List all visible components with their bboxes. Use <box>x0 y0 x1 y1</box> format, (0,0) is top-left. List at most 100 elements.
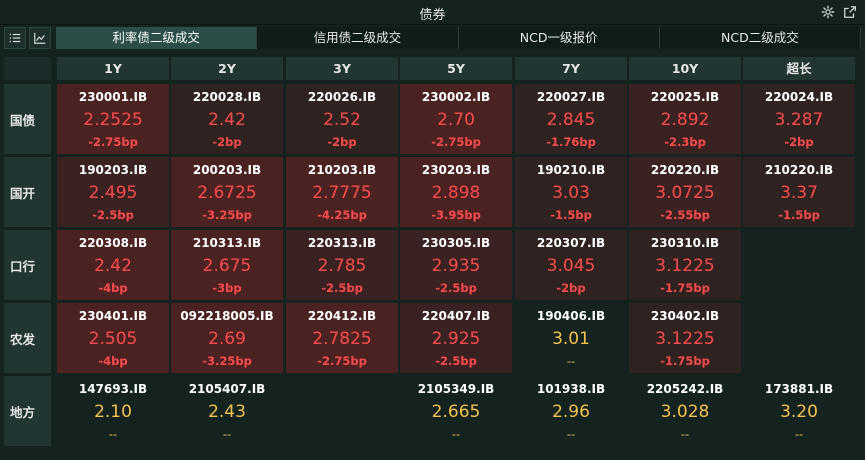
column-header-1[interactable]: 2Y <box>171 57 283 80</box>
bond-cell[interactable]: 2105407.IB 2.43 -- <box>171 376 283 446</box>
bond-code: 220028.IB <box>192 90 262 104</box>
bond-yield: 2.52 <box>323 110 361 130</box>
bond-code: 2105349.IB <box>417 382 495 396</box>
list-icon <box>8 31 22 45</box>
bond-cell[interactable]: 2205242.IB 3.028 -- <box>629 376 741 446</box>
bond-yield: 2.935 <box>431 256 481 276</box>
list-view-button[interactable] <box>4 27 26 49</box>
bond-code: 173881.IB <box>764 382 834 396</box>
gear-icon[interactable] <box>821 5 835 19</box>
bond-cell[interactable]: 173881.IB 3.20 -- <box>743 376 855 446</box>
bond-cell[interactable]: 220412.IB 2.7825 -2.75bp <box>286 303 398 373</box>
bond-cell[interactable]: 092218005.IB 2.69 -3.25bp <box>171 303 283 373</box>
bond-yield: 2.785 <box>317 256 367 276</box>
column-header-0[interactable]: 1Y <box>57 57 169 80</box>
row-header-4: 地方 <box>4 376 51 446</box>
bond-cell[interactable]: 230001.IB 2.2525 -2.75bp <box>57 84 169 154</box>
bond-yield: 3.1225 <box>655 329 715 349</box>
bond-code: 220027.IB <box>536 90 606 104</box>
column-header-3[interactable]: 5Y <box>400 57 512 80</box>
bond-cell[interactable]: 190210.IB 3.03 -1.5bp <box>515 157 627 227</box>
bond-change: -1.5bp <box>550 208 592 222</box>
tab-0[interactable]: 利率债二级成交 <box>56 27 258 49</box>
bond-cell[interactable]: 230310.IB 3.1225 -1.75bp <box>629 230 741 300</box>
bond-change: -2bp <box>556 281 586 295</box>
bond-change: -2.75bp <box>317 354 367 368</box>
bond-yield: 2.96 <box>552 402 590 422</box>
bond-change: -- <box>222 427 232 441</box>
bond-cell[interactable]: 101938.IB 2.96 -- <box>515 376 627 446</box>
bond-cell[interactable]: 230402.IB 3.1225 -1.75bp <box>629 303 741 373</box>
bond-cell[interactable]: 230401.IB 2.505 -4bp <box>57 303 169 373</box>
bond-yield: 2.925 <box>431 329 481 349</box>
bond-code: 220024.IB <box>764 90 834 104</box>
bond-cell[interactable]: 220026.IB 2.52 -2bp <box>286 84 398 154</box>
bond-change: -2.3bp <box>664 135 706 149</box>
bond-code: 190406.IB <box>536 309 606 323</box>
bond-code: 220025.IB <box>650 90 720 104</box>
row-header-3: 农发 <box>4 303 51 373</box>
bond-yield: 2.6725 <box>197 183 257 203</box>
bond-change: -2.5bp <box>435 354 477 368</box>
bond-cell[interactable]: 210220.IB 3.37 -1.5bp <box>743 157 855 227</box>
bond-change: -- <box>680 427 690 441</box>
bond-code: 200203.IB <box>192 163 262 177</box>
bond-code: 210220.IB <box>764 163 834 177</box>
bond-code: 230203.IB <box>421 163 491 177</box>
tab-3[interactable]: NCD二级成交 <box>659 27 861 49</box>
bond-code: 230402.IB <box>650 309 720 323</box>
bond-yield: 3.20 <box>780 402 818 422</box>
bond-cell[interactable]: 220025.IB 2.892 -2.3bp <box>629 84 741 154</box>
bond-cell[interactable]: 220407.IB 2.925 -2.5bp <box>400 303 512 373</box>
bond-change: -4bp <box>98 354 128 368</box>
column-header-4[interactable]: 7Y <box>515 57 627 80</box>
bond-change: -3.25bp <box>202 354 252 368</box>
bond-yield: 3.287 <box>774 110 824 130</box>
bond-code: 230310.IB <box>650 236 720 250</box>
bond-cell[interactable]: 230203.IB 2.898 -3.95bp <box>400 157 512 227</box>
row-header-2: 口行 <box>4 230 51 300</box>
bond-code: 2205242.IB <box>646 382 724 396</box>
bond-cell[interactable]: 220308.IB 2.42 -4bp <box>57 230 169 300</box>
bond-code: 220026.IB <box>307 90 377 104</box>
bond-cell[interactable]: 210313.IB 2.675 -3bp <box>171 230 283 300</box>
bond-yield: 3.03 <box>552 183 590 203</box>
bond-yield: 3.045 <box>546 256 596 276</box>
bond-change: -1.75bp <box>660 281 710 295</box>
bond-cell[interactable]: 220313.IB 2.785 -2.5bp <box>286 230 398 300</box>
bond-cell[interactable]: 147693.IB 2.10 -- <box>57 376 169 446</box>
bond-yield: 2.42 <box>94 256 132 276</box>
title-bar: 债券 <box>0 0 865 25</box>
bond-cell[interactable]: 220220.IB 3.0725 -2.55bp <box>629 157 741 227</box>
bond-yield: 2.505 <box>88 329 138 349</box>
bond-change: -- <box>566 354 576 368</box>
bond-yield: 3.1225 <box>655 256 715 276</box>
bond-cell[interactable]: 190406.IB 3.01 -- <box>515 303 627 373</box>
bond-yield: 2.665 <box>431 402 481 422</box>
bond-cell[interactable]: 220028.IB 2.42 -2bp <box>171 84 283 154</box>
bond-code: 230002.IB <box>421 90 491 104</box>
bond-cell[interactable]: 190203.IB 2.495 -2.5bp <box>57 157 169 227</box>
bond-code: 092218005.IB <box>180 309 274 323</box>
column-header-2[interactable]: 3Y <box>286 57 398 80</box>
column-header-6[interactable]: 超长 <box>743 57 855 80</box>
tab-1[interactable]: 信用债二级成交 <box>257 27 459 49</box>
bond-cell[interactable]: 200203.IB 2.6725 -3.25bp <box>171 157 283 227</box>
chart-view-button[interactable] <box>29 27 51 49</box>
bond-cell[interactable]: 220307.IB 3.045 -2bp <box>515 230 627 300</box>
column-header-5[interactable]: 10Y <box>629 57 741 80</box>
external-link-icon[interactable] <box>843 5 857 19</box>
bond-yield: 2.892 <box>660 110 710 130</box>
bond-change: -2.75bp <box>88 135 138 149</box>
bond-cell[interactable]: 230305.IB 2.935 -2.5bp <box>400 230 512 300</box>
tab-2[interactable]: NCD一级报价 <box>458 27 660 49</box>
row-header-1: 国开 <box>4 157 51 227</box>
bond-cell[interactable]: 2105349.IB 2.665 -- <box>400 376 512 446</box>
bond-cell[interactable]: 220027.IB 2.845 -1.76bp <box>515 84 627 154</box>
bond-cell[interactable]: 220024.IB 3.287 -2bp <box>743 84 855 154</box>
bond-cell[interactable]: 230002.IB 2.70 -2.75bp <box>400 84 512 154</box>
bond-change: -- <box>566 427 576 441</box>
bond-cell[interactable]: 210203.IB 2.7775 -4.25bp <box>286 157 398 227</box>
row-header-0: 国债 <box>4 84 51 154</box>
bond-change: -3.95bp <box>431 208 481 222</box>
